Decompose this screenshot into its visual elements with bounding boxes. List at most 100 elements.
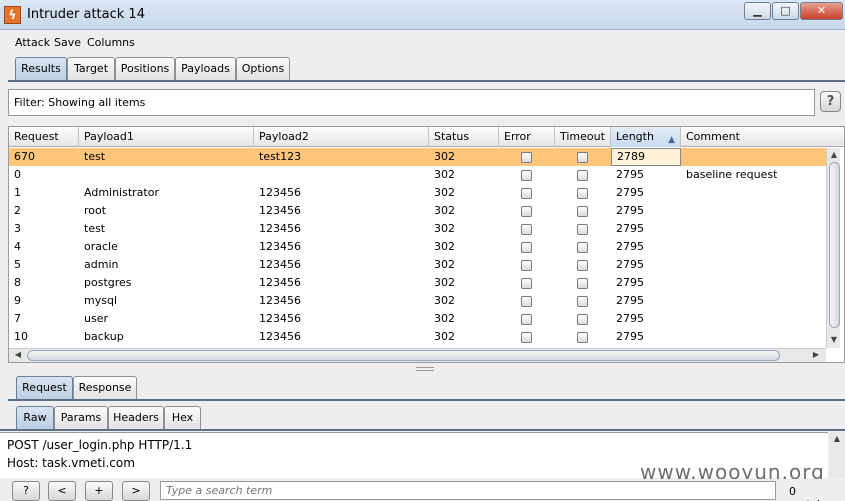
tab-payloads[interactable]: Payloads [175, 57, 236, 80]
table-row[interactable]: 3 test 123456 302 2795 [9, 220, 827, 238]
help-button[interactable]: ? [820, 91, 841, 112]
menu-columns[interactable]: Columns [87, 36, 135, 49]
table-row[interactable]: 10 backup 123456 302 2795 [9, 328, 827, 346]
cell-length: 2795 [616, 168, 644, 181]
search-input[interactable] [160, 481, 776, 500]
timeout-checkbox[interactable] [577, 170, 588, 181]
error-checkbox[interactable] [521, 224, 532, 235]
column-header-payload2[interactable]: Payload2 [254, 127, 429, 147]
pane-splitter[interactable] [416, 367, 434, 371]
timeout-checkbox[interactable] [577, 188, 588, 199]
next-match-button[interactable]: > [122, 481, 150, 501]
search-help-button[interactable]: ? [12, 481, 40, 501]
scroll-up-icon[interactable]: ▲ [828, 150, 840, 159]
scroll-down-icon[interactable]: ▼ [828, 335, 840, 344]
tab-positions[interactable]: Positions [115, 57, 175, 80]
view-tab-divider [0, 429, 845, 431]
column-header-comment[interactable]: Comment [681, 127, 844, 147]
column-header-payload1[interactable]: Payload1 [79, 127, 254, 147]
cell-request: 670 [14, 150, 35, 163]
table-row[interactable]: 4 oracle 123456 302 2795 [9, 238, 827, 256]
timeout-checkbox[interactable] [577, 152, 588, 163]
table-row[interactable]: 9 mysql 123456 302 2795 [9, 292, 827, 310]
table-row[interactable]: 670 test test123 302 2789 [9, 148, 827, 166]
title-bar[interactable]: ϟ Intruder attack 14 ▁ □ ✕ [0, 0, 845, 30]
timeout-checkbox[interactable] [577, 260, 588, 271]
cell-comment [681, 310, 844, 328]
lightning-icon: ϟ [4, 6, 21, 24]
tab-target[interactable]: Target [67, 57, 115, 80]
table-row[interactable]: 1 Administrator 123456 302 2795 [9, 184, 827, 202]
add-button[interactable]: + [85, 481, 113, 501]
table-row[interactable]: 5 admin 123456 302 2795 [9, 256, 827, 274]
previous-match-button[interactable]: < [48, 481, 76, 501]
cell-length: 2795 [616, 186, 644, 199]
message-tab-bar: Request Response [0, 376, 845, 402]
cell-payload1: test [84, 222, 106, 235]
results-table: Request Payload1 Payload2 Status Error Timeou… [8, 126, 845, 363]
cell-payload1: postgres [84, 276, 132, 289]
tab-options[interactable]: Options [236, 57, 290, 80]
cell-comment [681, 220, 844, 238]
column-header-label: Error [504, 130, 531, 143]
timeout-checkbox[interactable] [577, 224, 588, 235]
column-header-status[interactable]: Status [429, 127, 499, 147]
error-checkbox[interactable] [521, 206, 532, 217]
request-vertical-scrollbar[interactable]: ▲ [829, 432, 845, 478]
column-header-length[interactable]: Length ▲ [611, 127, 681, 147]
minimize-button[interactable]: ▁ [744, 2, 771, 20]
column-header-label: Timeout [560, 130, 605, 143]
tab-params[interactable]: Params [54, 406, 108, 429]
error-checkbox[interactable] [521, 278, 532, 289]
column-header-timeout[interactable]: Timeout [555, 127, 611, 147]
table-row[interactable]: 8 postgres 123456 302 2795 [9, 274, 827, 292]
request-scroll-up-icon[interactable]: ▲ [831, 434, 843, 443]
tab-hex[interactable]: Hex [164, 406, 201, 429]
column-header-request[interactable]: Request [9, 127, 79, 147]
error-checkbox[interactable] [521, 314, 532, 325]
error-checkbox[interactable] [521, 188, 532, 199]
horizontal-scroll-thumb[interactable] [27, 350, 780, 361]
filter-bar[interactable]: Filter: Showing all items [8, 89, 815, 116]
vertical-scroll-thumb[interactable] [829, 162, 840, 328]
error-checkbox[interactable] [521, 152, 532, 163]
timeout-checkbox[interactable] [577, 332, 588, 343]
timeout-checkbox[interactable] [577, 278, 588, 289]
timeout-checkbox[interactable] [577, 296, 588, 307]
tab-results[interactable]: Results [15, 57, 67, 80]
table-vertical-scrollbar[interactable]: ▲ ▼ [826, 148, 840, 348]
tab-raw[interactable]: Raw [16, 406, 54, 429]
table-row[interactable]: 7 user 123456 302 2795 [9, 310, 827, 328]
cell-request: 3 [14, 222, 21, 235]
scroll-left-icon[interactable]: ◀ [12, 350, 24, 359]
timeout-checkbox[interactable] [577, 314, 588, 325]
cell-payload2: 123456 [259, 186, 301, 199]
search-bar: ? < + > 0 matches [0, 479, 845, 501]
cell-length: 2795 [616, 258, 644, 271]
cell-payload2: 123456 [259, 240, 301, 253]
error-checkbox[interactable] [521, 242, 532, 253]
cell-comment [681, 202, 844, 220]
error-checkbox[interactable] [521, 260, 532, 271]
cell-payload2: 123456 [259, 330, 301, 343]
menu-bar: Attack Save Columns [0, 31, 845, 53]
error-checkbox[interactable] [521, 296, 532, 307]
error-checkbox[interactable] [521, 170, 532, 181]
menu-save[interactable]: Save [54, 36, 81, 49]
column-header-error[interactable]: Error [499, 127, 555, 147]
menu-attack[interactable]: Attack [15, 36, 50, 49]
timeout-checkbox[interactable] [577, 206, 588, 217]
cell-payload2: test123 [259, 150, 302, 163]
tab-headers[interactable]: Headers [108, 406, 164, 429]
maximize-button[interactable]: □ [772, 2, 799, 20]
tab-request[interactable]: Request [16, 376, 73, 399]
table-row[interactable]: 0 302 2795 baseline request [9, 166, 827, 184]
table-horizontal-scrollbar[interactable]: ◀ ▶ [9, 348, 826, 362]
tab-response[interactable]: Response [73, 376, 137, 399]
table-row[interactable]: 2 root 123456 302 2795 [9, 202, 827, 220]
timeout-checkbox[interactable] [577, 242, 588, 253]
cell-length: 2789 [611, 148, 681, 166]
scroll-right-icon[interactable]: ▶ [810, 350, 822, 359]
error-checkbox[interactable] [521, 332, 532, 343]
close-button[interactable]: ✕ [800, 2, 843, 20]
